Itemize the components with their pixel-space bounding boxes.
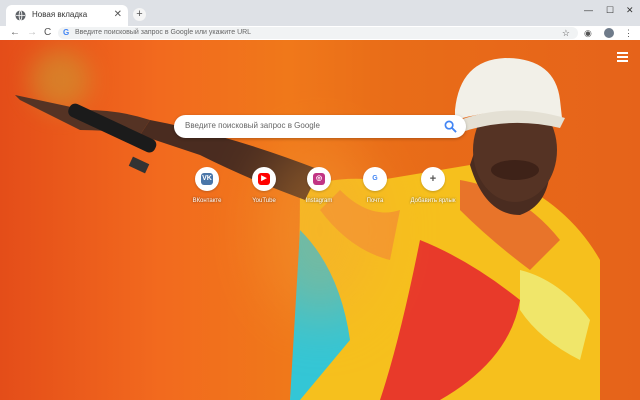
- new-tab-button[interactable]: +: [133, 8, 146, 21]
- new-tab-page: [0, 40, 640, 400]
- tab-new-tab[interactable]: Новая вкладка ✕: [6, 5, 128, 26]
- shortcut-tiles: VK ВКонтакте ▶ YouTube ◎ Instagram G Поч…: [183, 167, 463, 207]
- tab-strip: Новая вкладка ✕ + — ☐ ✕: [0, 0, 640, 26]
- close-window-icon[interactable]: ✕: [626, 4, 634, 16]
- shortcut-label: Почта: [366, 198, 384, 204]
- address-bar[interactable]: G Введите поисковый запрос в Google или …: [58, 27, 578, 39]
- google-search-box[interactable]: Введите поисковый запрос в Google: [174, 115, 466, 138]
- minimize-icon[interactable]: —: [584, 4, 593, 16]
- youtube-icon: ▶: [258, 173, 270, 185]
- shortcut-label: Instagram: [305, 198, 333, 204]
- forward-icon[interactable]: →: [27, 26, 37, 40]
- tab-close-icon[interactable]: ✕: [114, 8, 122, 22]
- shortcut-label: YouTube: [252, 198, 276, 204]
- shortcut-icon-circle: ▶: [252, 167, 276, 191]
- shortcut-icon-circle: VK: [195, 167, 219, 191]
- back-icon[interactable]: ←: [10, 26, 20, 40]
- background-photo: [15, 58, 600, 400]
- google-g-icon: G: [63, 28, 70, 37]
- address-placeholder: Введите поисковый запрос в Google или ук…: [75, 29, 252, 36]
- customize-menu-icon[interactable]: [617, 52, 628, 64]
- vk-icon: VK: [201, 173, 213, 185]
- search-icon[interactable]: [444, 120, 457, 133]
- profile-avatar[interactable]: [604, 28, 614, 38]
- shortcut-vk[interactable]: VK ВКонтакте: [179, 167, 235, 204]
- plus-icon: +: [427, 173, 439, 185]
- tab-title: Новая вкладка: [32, 10, 88, 19]
- globe-icon: [15, 10, 26, 21]
- shortcut-label: ВКонтакте: [192, 198, 222, 204]
- bookmark-star-icon[interactable]: ☆: [562, 27, 570, 39]
- shortcut-instagram[interactable]: ◎ Instagram: [291, 167, 347, 204]
- chrome-menu-icon[interactable]: ⋮: [624, 27, 633, 39]
- shortcut-icon-circle: +: [421, 167, 445, 191]
- google-icon: G: [369, 173, 381, 185]
- shortcut-icon-circle: ◎: [307, 167, 331, 191]
- reload-icon[interactable]: C: [44, 26, 51, 40]
- extension-icon[interactable]: ◉: [584, 27, 592, 39]
- shortcut-mail[interactable]: G Почта: [347, 167, 403, 204]
- browser-toolbar: ← → C G Введите поисковый запрос в Googl…: [0, 26, 640, 40]
- shortcut-label: Добавить ярлык: [410, 198, 456, 204]
- search-placeholder: Введите поисковый запрос в Google: [185, 121, 320, 130]
- shortcut-icon-circle: G: [363, 167, 387, 191]
- shortcut-add[interactable]: + Добавить ярлык: [405, 167, 461, 204]
- shortcut-youtube[interactable]: ▶ YouTube: [236, 167, 292, 204]
- maximize-icon[interactable]: ☐: [606, 4, 614, 16]
- instagram-icon: ◎: [313, 173, 325, 185]
